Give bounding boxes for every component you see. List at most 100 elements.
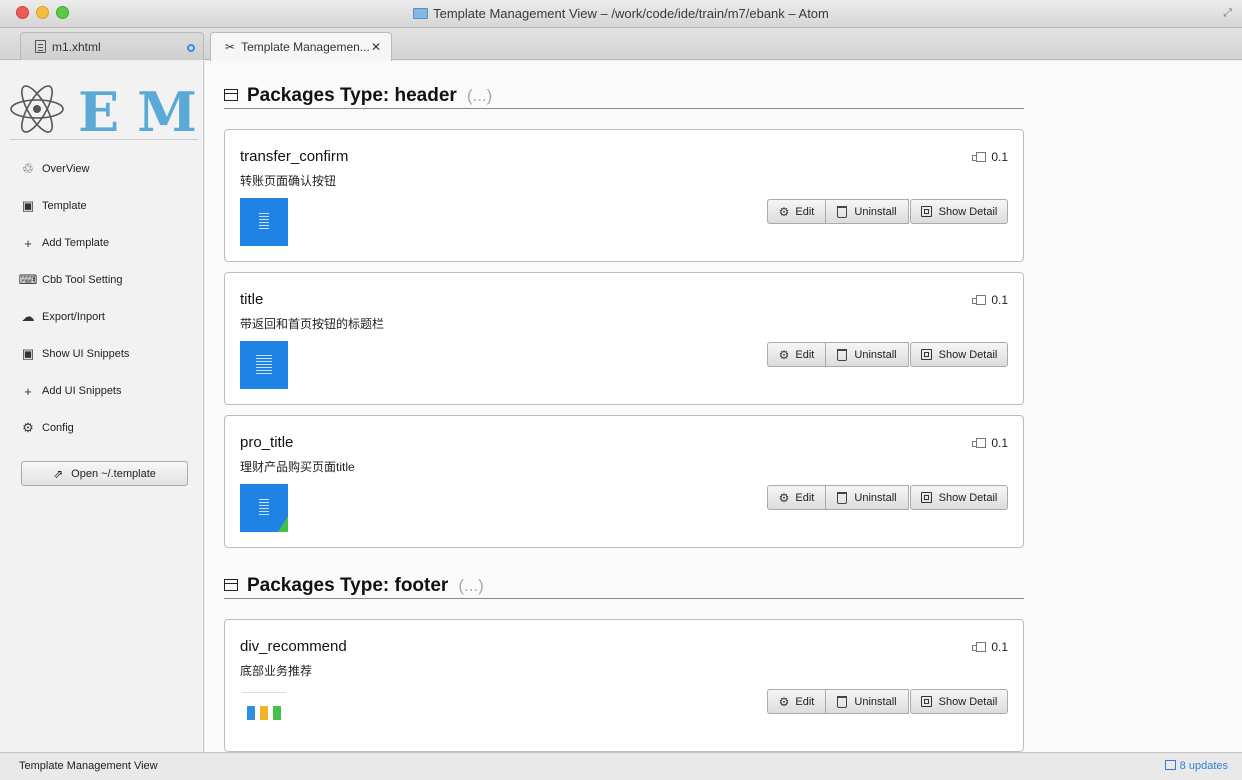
trash-icon (837, 491, 848, 504)
sidebar-item-add-template[interactable]: + Add Template (20, 233, 198, 253)
cloud-download-icon: ☁ (21, 309, 35, 324)
package-card: div_recommend 底部业务推荐 0.1 ⚙ Edit Uninstall… (224, 619, 1024, 752)
trash-icon (837, 695, 848, 708)
sidebar-item-show-ui-snippets[interactable]: ▣ Show UI Snippets (20, 344, 198, 364)
sidebar-item-export-inport[interactable]: ☁ Export/Inport (20, 307, 198, 327)
uninstall-label: Uninstall (854, 695, 897, 708)
edit-label: Edit (795, 695, 815, 708)
version-icon (972, 642, 987, 652)
sidebar-item-template[interactable]: ▣ Template (20, 196, 198, 216)
thumbnail-bar (247, 706, 255, 720)
sidebar-item-label: Add UI Snippets (42, 385, 122, 397)
package-description: 底部业务推荐 (240, 664, 313, 678)
tab-label: Template Managemen... (241, 40, 370, 54)
tab-close-icon[interactable]: ✕ (371, 40, 381, 54)
sidebar-item-label: OverView (42, 163, 90, 175)
version-value: 0.1 (991, 293, 1008, 307)
show-detail-button[interactable]: Show Detail (910, 199, 1008, 224)
sidebar-item-overview[interactable]: ♲ OverView (20, 159, 198, 179)
edit-button[interactable]: ⚙ Edit (767, 689, 826, 714)
uninstall-button[interactable]: Uninstall (825, 199, 909, 224)
window-title-bar: Template Management View – /work/code/id… (0, 0, 1242, 28)
status-view-name: Template Management View (19, 760, 158, 772)
edit-label: Edit (795, 205, 815, 218)
show-detail-label: Show Detail (938, 695, 998, 708)
package-thumbnail (240, 198, 288, 246)
open-template-folder-button[interactable]: ⇗ Open ~/.template (21, 461, 188, 486)
tab-bar: m1.xhtml ✂ Template Managemen... ✕ (0, 28, 1242, 61)
version-icon (972, 438, 987, 448)
sidebar-item-label: Cbb Tool Setting (42, 274, 123, 286)
window-title-text: Template Management View – /work/code/id… (433, 6, 829, 21)
fullscreen-icon[interactable]: ⤢ (1223, 7, 1232, 20)
section-more-link[interactable]: (...) (467, 86, 493, 106)
thumbnail-bar (260, 706, 268, 720)
sidebar-item-add-ui-snippets[interactable]: + Add UI Snippets (20, 381, 198, 401)
version-icon (972, 152, 987, 162)
package-description: 理财产品购买页面title (240, 460, 355, 474)
updates-indicator[interactable]: 8 updates (1164, 760, 1228, 772)
sidebar-item-cbb-tool-setting[interactable]: ⌨ Cbb Tool Setting (18, 270, 198, 290)
package-thumbnail (240, 688, 288, 736)
package-icon (1164, 760, 1176, 770)
tab-template-management[interactable]: ✂ Template Managemen... ✕ (210, 32, 392, 61)
tab-label: m1.xhtml (52, 40, 101, 54)
uninstall-label: Uninstall (854, 205, 897, 218)
show-detail-button[interactable]: Show Detail (910, 689, 1008, 714)
package-icon (224, 579, 238, 591)
show-detail-label: Show Detail (938, 348, 998, 361)
package-name: div_recommend (240, 638, 347, 655)
package-version: 0.1 (972, 640, 1008, 654)
uninstall-label: Uninstall (854, 348, 897, 361)
package-actions: ⚙ Edit Uninstall Show Detail (767, 689, 1008, 714)
sidebar-item-label: Show UI Snippets (42, 348, 130, 360)
emp-logo: EMP (10, 81, 198, 137)
sidebar-item-label: Config (42, 422, 74, 434)
package-card: transfer_confirm 转账页面确认按钮 0.1 ⚙ Edit Unin… (224, 129, 1024, 262)
package-name: title (240, 291, 264, 308)
status-bar: Template Management View 8 updates (0, 752, 1242, 780)
trash-icon (837, 348, 848, 361)
section-header-packages: Packages Type: footer (...) (224, 575, 1024, 599)
sidebar-item-label: Add Template (42, 237, 110, 249)
detail-icon (920, 349, 932, 360)
package-card: pro_title 理财产品购买页面title 0.1 ⚙ Edit Uninst… (224, 415, 1024, 548)
package-icon (224, 89, 238, 101)
uninstall-button[interactable]: Uninstall (825, 485, 909, 510)
trash-can-icon: ♲ (22, 161, 34, 176)
thumbnail-bar (273, 706, 281, 720)
section-title: Packages Type: header (247, 85, 457, 106)
keyboard-icon: ⌨ (18, 272, 38, 287)
package-version: 0.1 (972, 436, 1008, 450)
package-actions: ⚙ Edit Uninstall Show Detail (767, 342, 1008, 367)
main-content: Packages Type: header (...) transfer_conf… (205, 61, 1242, 752)
package-description: 转账页面确认按钮 (240, 174, 337, 188)
package-card: title 带返回和首页按钮的标题栏 0.1 ⚙ Edit Uninstall S… (224, 272, 1024, 405)
show-detail-button[interactable]: Show Detail (910, 342, 1008, 367)
section-more-link[interactable]: (...) (458, 576, 484, 596)
section-header-packages: Packages Type: header (...) (224, 85, 1024, 109)
file-icon (35, 40, 46, 53)
tools-icon: ✂ (225, 40, 236, 54)
uninstall-button[interactable]: Uninstall (825, 689, 909, 714)
sidebar-item-config[interactable]: ⚙ Config (20, 418, 198, 438)
thumbnail-accent (278, 516, 288, 532)
show-detail-label: Show Detail (938, 491, 998, 504)
package-thumbnail (240, 484, 288, 532)
package-version: 0.1 (972, 150, 1008, 164)
edit-button[interactable]: ⚙ Edit (767, 199, 826, 224)
gear-icon: ⚙ (778, 204, 790, 219)
updates-label: 8 updates (1179, 760, 1228, 772)
edit-button[interactable]: ⚙ Edit (767, 342, 826, 367)
sidebar: EMP ♲ OverView ▣ Template + Add Template ⌨ C… (0, 61, 204, 752)
uninstall-button[interactable]: Uninstall (825, 342, 909, 367)
open-button-label: Open ~/.template (71, 467, 156, 480)
show-detail-button[interactable]: Show Detail (910, 485, 1008, 510)
gear-icon: ⚙ (778, 347, 790, 362)
edit-button[interactable]: ⚙ Edit (767, 485, 826, 510)
package-icon: ▣ (21, 346, 35, 361)
package-name: pro_title (240, 434, 294, 451)
uninstall-label: Uninstall (854, 491, 897, 504)
external-link-icon: ⇗ (53, 466, 64, 481)
tab-m1-xhtml[interactable]: m1.xhtml (20, 32, 204, 60)
